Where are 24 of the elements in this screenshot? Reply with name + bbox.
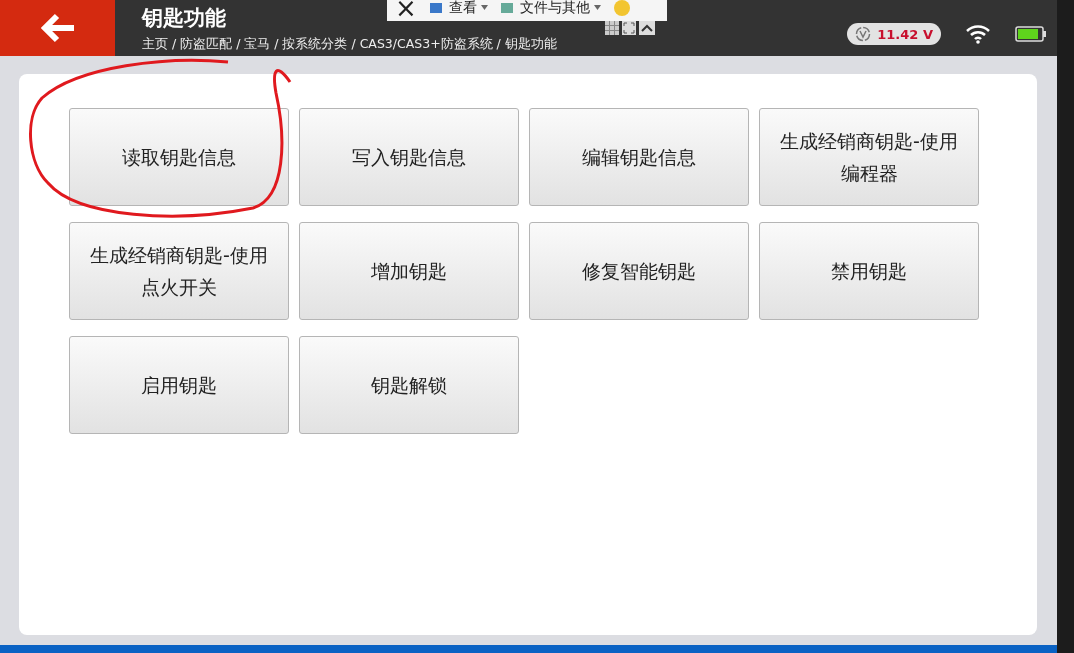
function-button[interactable]: 编辑钥匙信息 [529,108,749,206]
caret-icon [480,5,488,10]
voltmeter-icon [855,26,872,42]
caret-icon [593,5,601,10]
wifi-icon [965,24,991,44]
page-title: 钥匙功能 [142,4,226,32]
collapse-icon[interactable] [639,21,655,35]
voltage-badge: 11.42 V [847,23,941,45]
breadcrumb: 主页 / 防盗匹配 / 宝马 / 按系统分类 / CAS3/CAS3+防盗系统 / 钥匙功能 [142,35,557,53]
function-button[interactable]: 写入钥匙信息 [299,108,519,206]
function-button[interactable]: 增加钥匙 [299,222,519,320]
function-button[interactable]: 修复智能钥匙 [529,222,749,320]
menu-button[interactable]: 查看 [428,0,488,17]
back-button[interactable] [0,0,115,56]
function-button[interactable]: 读取钥匙信息 [69,108,289,206]
battery-icon [1015,26,1047,42]
function-button[interactable]: 生成经销商钥匙-使用点火开关 [69,222,289,320]
function-button[interactable]: 生成经销商钥匙-使用编程器 [759,108,979,206]
menu-button[interactable]: 文件与其他 [499,0,601,17]
function-button[interactable]: 钥匙解锁 [299,336,519,434]
function-button[interactable]: 禁用钥匙 [759,222,979,320]
back-arrow-icon [39,13,76,43]
close-button[interactable]: × [395,0,417,23]
function-button[interactable]: 启用钥匙 [69,336,289,434]
